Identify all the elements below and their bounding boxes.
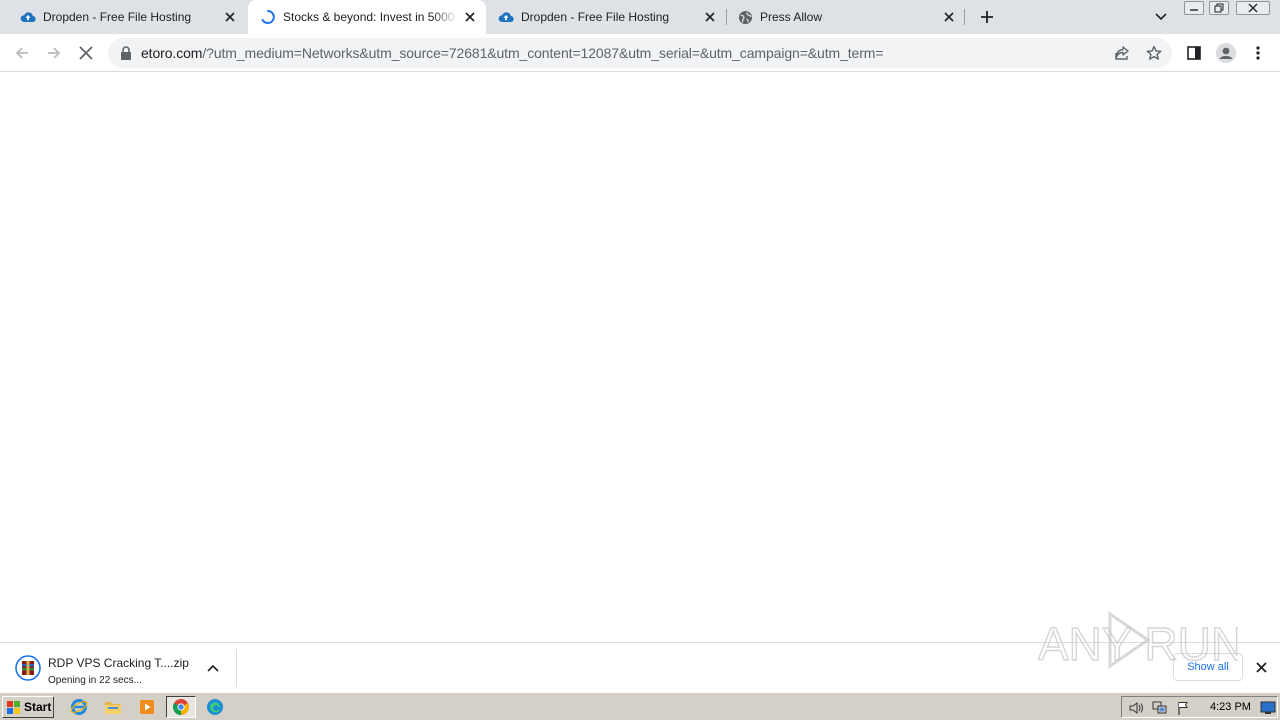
- menu-button[interactable]: [1244, 39, 1272, 67]
- side-panel-button[interactable]: [1180, 39, 1208, 67]
- download-filename: RDP VPS Cracking T....zip: [48, 656, 189, 670]
- new-tab-button[interactable]: [976, 6, 998, 28]
- download-status: Opening in 22 secs...: [48, 675, 142, 686]
- download-separator: [236, 649, 237, 687]
- close-icon: [1248, 3, 1258, 13]
- close-icon: [79, 46, 93, 60]
- clock[interactable]: 4:23 PM: [1210, 701, 1251, 713]
- start-button[interactable]: Start: [2, 696, 54, 718]
- show-desktop-icon[interactable]: [1260, 700, 1276, 716]
- url-text[interactable]: etoro.com/?utm_medium=Networks&utm_sourc…: [141, 45, 884, 61]
- tab-press-allow[interactable]: Press Allow: [727, 0, 965, 34]
- plus-icon: [981, 11, 993, 23]
- tab-title: Stocks & beyond: Invest in 5000+ assets: [283, 10, 458, 24]
- close-tab-icon[interactable]: [702, 9, 718, 25]
- tab-title: Dropden - Free File Hosting: [521, 10, 670, 24]
- taskbar: Start 4:23 PM: [0, 692, 1280, 720]
- restore-window-button[interactable]: [1209, 1, 1229, 15]
- stop-loading-button[interactable]: [72, 39, 100, 67]
- download-bar: RDP VPS Cracking T....zip Opening in 22 …: [0, 642, 1280, 692]
- action-center-flag-icon[interactable]: [1176, 700, 1192, 716]
- close-tab-icon[interactable]: [462, 9, 478, 25]
- cloud-upload-icon: [20, 9, 36, 25]
- chevron-up-icon: [207, 664, 219, 672]
- file-explorer-icon[interactable]: [100, 696, 126, 718]
- system-tray: 4:23 PM: [1121, 696, 1278, 718]
- windows-logo-icon: [7, 700, 20, 714]
- close-icon: [1255, 661, 1267, 673]
- browser-toolbar: etoro.com/?utm_medium=Networks&utm_sourc…: [0, 34, 1280, 72]
- address-bar[interactable]: etoro.com/?utm_medium=Networks&utm_sourc…: [108, 38, 1172, 68]
- tab-separator: [964, 9, 965, 25]
- forward-button[interactable]: [40, 39, 68, 67]
- internet-explorer-icon[interactable]: [66, 696, 92, 718]
- tab-strip: Dropden - Free File Hosting Stocks & bey…: [0, 0, 1280, 34]
- cloud-upload-icon: [498, 9, 514, 25]
- volume-icon[interactable]: [1128, 700, 1144, 716]
- close-download-bar-button[interactable]: [1252, 658, 1270, 676]
- bookmark-star-icon[interactable]: [1144, 43, 1164, 63]
- url-host: etoro.com: [141, 45, 203, 61]
- close-tab-icon[interactable]: [222, 9, 238, 25]
- tab-dropden-2[interactable]: Dropden - Free File Hosting: [488, 0, 726, 34]
- avatar-icon: [1216, 43, 1236, 63]
- tab-dropden-1[interactable]: Dropden - Free File Hosting: [0, 0, 246, 34]
- archive-file-icon: [15, 655, 41, 681]
- media-player-icon[interactable]: [134, 696, 160, 718]
- globe-icon: [737, 9, 753, 25]
- url-path: /?utm_medium=Networks&utm_source=72681&u…: [202, 45, 884, 61]
- tab-title: Press Allow: [760, 10, 823, 24]
- close-tab-icon[interactable]: [941, 9, 957, 25]
- tab-title: Dropden - Free File Hosting: [43, 10, 192, 24]
- page-viewport[interactable]: [0, 72, 1280, 642]
- download-item[interactable]: RDP VPS Cracking T....zip Opening in 22 …: [8, 647, 230, 689]
- start-label: Start: [24, 700, 52, 714]
- share-icon[interactable]: [1112, 43, 1132, 63]
- show-all-downloads-button[interactable]: Show all: [1173, 653, 1243, 681]
- minimize-window-button[interactable]: [1184, 1, 1204, 15]
- lock-icon[interactable]: [120, 46, 132, 60]
- chevron-down-icon: [1155, 13, 1167, 21]
- arrow-left-icon: [15, 47, 28, 59]
- download-options-button[interactable]: [204, 659, 222, 677]
- arrow-right-icon: [48, 47, 61, 59]
- tab-search-button[interactable]: [1150, 6, 1172, 28]
- tab-etoro[interactable]: Stocks & beyond: Invest in 5000+ assets: [248, 0, 486, 34]
- side-panel-icon: [1187, 46, 1201, 60]
- edge-icon[interactable]: [202, 696, 228, 718]
- kebab-menu-icon: [1256, 46, 1260, 60]
- profile-button[interactable]: [1212, 39, 1240, 67]
- minimize-icon: [1190, 9, 1198, 11]
- network-icon[interactable]: [1152, 700, 1168, 716]
- chrome-icon[interactable]: [166, 696, 196, 718]
- loading-spinner-icon: [260, 9, 276, 25]
- restore-icon: [1214, 3, 1224, 13]
- back-button[interactable]: [8, 39, 36, 67]
- close-window-button[interactable]: [1236, 1, 1270, 15]
